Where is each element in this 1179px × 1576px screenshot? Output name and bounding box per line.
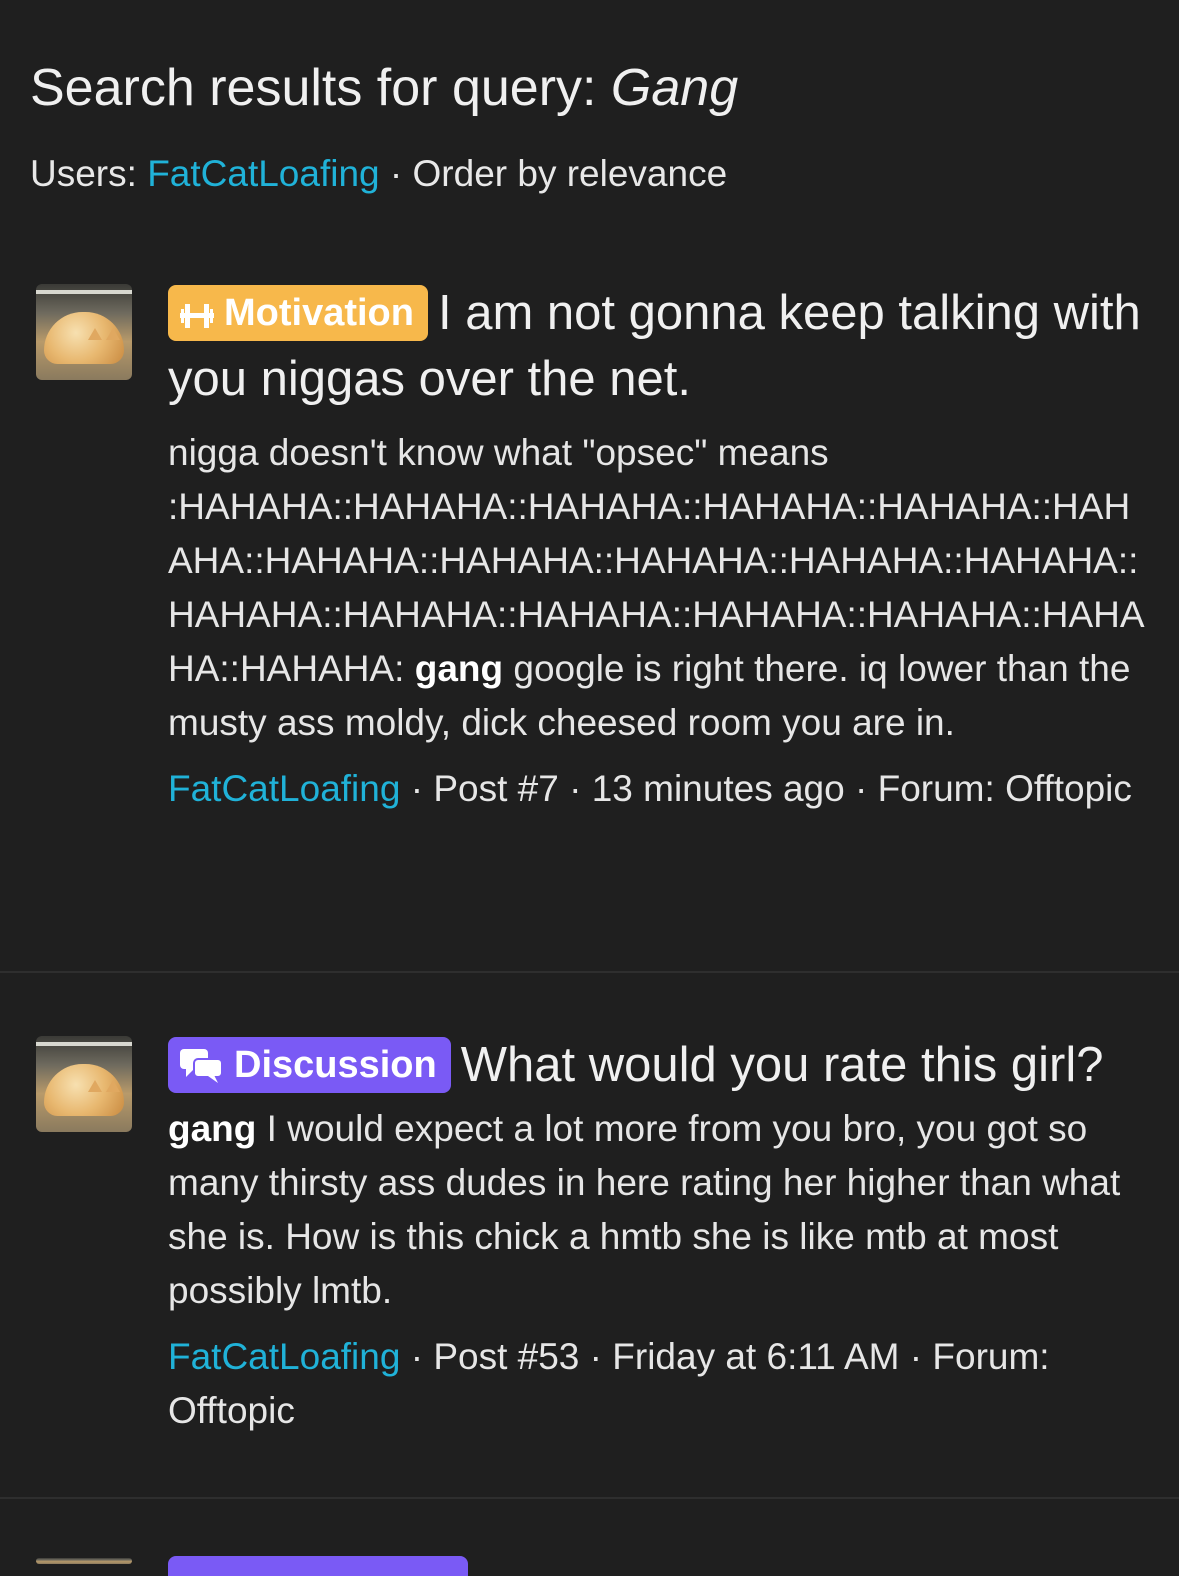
chat-bubbles-icon: [180, 1049, 223, 1083]
author-link[interactable]: FatCatLoafing: [168, 768, 400, 809]
post-number[interactable]: Post #7: [433, 768, 558, 809]
users-label: Users:: [30, 153, 137, 194]
result-snippet: nigga doesn't know what "opsec" means :H…: [168, 432, 1145, 743]
prefix-label: [168, 1556, 468, 1576]
label-text: Discussion: [234, 1044, 437, 1086]
result-content: Discussion What would you rate this girl?…: [168, 1032, 1148, 1438]
avatar[interactable]: [36, 1036, 132, 1132]
highlight-term: gang: [414, 648, 504, 689]
forum-link[interactable]: Offtopic: [168, 1390, 295, 1431]
result-content: Motivation I am not gonna keep talking wi…: [168, 280, 1148, 816]
post-number[interactable]: Post #53: [433, 1336, 579, 1377]
search-header: Search results for query: Gang Users: Fa…: [30, 56, 738, 198]
author-link[interactable]: FatCatLoafing: [168, 1336, 400, 1377]
forum-label: Forum:: [877, 768, 995, 809]
result-title[interactable]: Discussion What would you rate this girl?: [168, 1032, 1148, 1098]
avatar[interactable]: [36, 284, 132, 380]
result-title[interactable]: Motivation I am not gonna keep talking wi…: [168, 280, 1148, 412]
dumbbell-icon: [180, 304, 214, 328]
prefix-label: Motivation: [168, 285, 428, 341]
title-text[interactable]: What would you rate this girl?: [461, 1038, 1104, 1092]
title-prefix: Search results for query:: [30, 59, 597, 117]
prefix-label: Discussion: [168, 1037, 451, 1093]
highlight-term: gang: [168, 1108, 257, 1149]
user-filter-link[interactable]: FatCatLoafing: [147, 153, 379, 194]
order-by-link[interactable]: Order by relevance: [413, 153, 728, 194]
forum-label: Forum:: [932, 1336, 1050, 1377]
divider: [0, 971, 1179, 973]
forum-link[interactable]: Offtopic: [1005, 768, 1132, 809]
divider: [0, 1497, 1179, 1499]
result-meta: FatCatLoafing · Post #7 · 13 minutes ago…: [168, 768, 1132, 809]
result-snippet: gang I would expect a lot more from you …: [168, 1108, 1121, 1311]
avatar[interactable]: [36, 1558, 132, 1564]
search-filters: Users: FatCatLoafing · Order by relevanc…: [30, 150, 738, 198]
label-text: Motivation: [224, 292, 414, 334]
post-time: Friday at 6:11 AM: [612, 1336, 900, 1377]
separator: ·: [379, 153, 413, 194]
search-query: Gang: [610, 59, 739, 117]
result-meta: FatCatLoafing · Post #53 · Friday at 6:1…: [168, 1336, 1050, 1431]
post-time: 13 minutes ago: [591, 768, 845, 809]
page-title: Search results for query: Gang: [30, 56, 738, 120]
